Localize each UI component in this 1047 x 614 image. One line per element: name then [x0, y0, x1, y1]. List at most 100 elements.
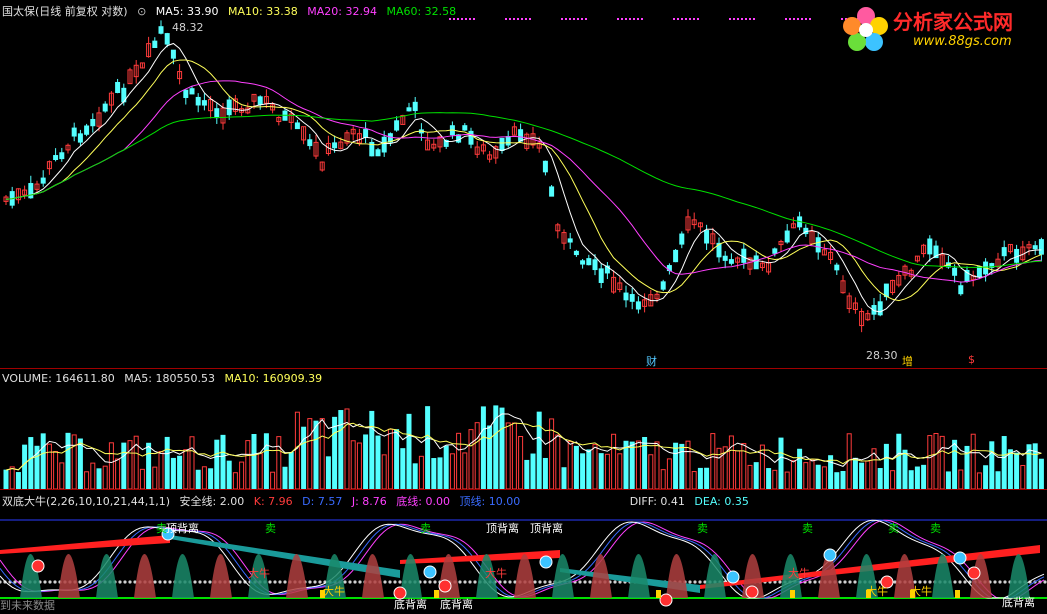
volume-bar [524, 459, 530, 490]
volume-pane[interactable]: VOLUME: 164611.80 MA5: 180550.53 MA10: 1… [0, 368, 1047, 490]
bull-marker [434, 590, 439, 598]
candle-body [883, 283, 889, 298]
volume-bar [691, 471, 697, 490]
candle-body [170, 49, 176, 59]
candle-body [294, 122, 300, 130]
volume-bar [983, 465, 989, 490]
volume-bar [96, 468, 102, 490]
safe-line-dot [693, 580, 697, 584]
volume-bar [809, 459, 815, 490]
volume-bar [40, 433, 46, 490]
safe-line-dot [208, 580, 212, 584]
price-chart-pane[interactable]: 国太保(日线 前复权 对数) ⊙ MA5: 33.90 MA10: 33.38 … [0, 0, 1047, 368]
volume-bar [933, 432, 939, 490]
signal-dot [741, 18, 743, 20]
signal-dot [749, 18, 751, 20]
safe-line-dot [393, 580, 397, 584]
event-zeng-icon[interactable]: 增 [902, 353, 913, 369]
signal-dot [513, 18, 515, 20]
volume-bar [1001, 436, 1007, 490]
candle-body [704, 230, 710, 244]
volume-bar [499, 407, 505, 490]
volume-bar [387, 428, 393, 490]
volume-bar [697, 467, 703, 490]
ma20-line [5, 80, 1042, 283]
momentum-spike [58, 554, 80, 598]
volume-bar [325, 456, 331, 490]
safe-line-dot [48, 580, 52, 584]
volume-bar [282, 466, 288, 490]
volume-bar [480, 406, 486, 490]
indicator-pane[interactable]: 双底大牛(2,26,10,10,21,44,1,1) 安全线: 2.00 K: … [0, 489, 1047, 614]
safe-line-dot [1003, 580, 1007, 584]
indicator-name: 双底大牛(2,26,10,10,21,44,1,1) [2, 495, 171, 508]
volume-bar [815, 464, 821, 490]
signal-dot [617, 18, 619, 20]
candle-body [1038, 239, 1044, 255]
volume-bar [555, 434, 561, 490]
symbol-title[interactable]: 国太保(日线 前复权 对数) [2, 5, 128, 18]
sell-signal: 卖 [420, 522, 431, 535]
low-price-label: 28.30 [866, 349, 898, 362]
safe-line-dot [473, 580, 477, 584]
volume-bar [617, 453, 623, 490]
volume-bar [239, 461, 245, 490]
safe-line-dot [78, 580, 82, 584]
safe-line-value: 安全线: 2.00 [179, 495, 245, 508]
volume-bar [363, 434, 369, 490]
volume-bar [9, 466, 15, 490]
safe-line-dot [168, 580, 172, 584]
volume-chart[interactable] [0, 369, 1047, 490]
volume-bar [195, 469, 201, 490]
signal-dot [573, 18, 575, 20]
safe-line-dot [538, 580, 542, 584]
volume-bar [71, 434, 77, 490]
momentum-spike [514, 554, 536, 598]
safe-line-dot [843, 580, 847, 584]
volume-bar [865, 460, 871, 490]
safe-line-dot [853, 580, 857, 584]
event-cai-icon[interactable]: 财 [646, 353, 657, 369]
volume-bar [821, 466, 827, 490]
volume-bar [270, 471, 276, 490]
signal-dot [789, 18, 791, 20]
volume-bar [567, 440, 573, 490]
volume-bar [183, 449, 189, 490]
safe-line-dot [53, 580, 57, 584]
volume-bar [883, 443, 889, 490]
volume-bar [629, 441, 635, 490]
event-dollar-icon[interactable]: $ [968, 353, 975, 366]
momentum-spike [96, 554, 118, 598]
volume-bar [425, 406, 431, 490]
candle-body [40, 177, 46, 184]
safe-line-dot [233, 580, 237, 584]
safe-line-dot [128, 580, 132, 584]
safe-line-dot [238, 580, 242, 584]
volume-bar [294, 411, 300, 490]
volume-bar [90, 462, 96, 490]
signal-dot [565, 18, 567, 20]
menu-circle-icon[interactable]: ⊙ [137, 5, 146, 18]
signal-dot [805, 18, 807, 20]
volume-value: VOLUME: 164611.80 [2, 372, 115, 385]
safe-line-dot [423, 580, 427, 584]
candle-body [115, 81, 121, 94]
d-value: D: 7.57 [302, 495, 343, 508]
volume-bar [369, 410, 375, 490]
volume-bar [840, 470, 846, 490]
volume-bar [958, 469, 964, 490]
candle-body [741, 248, 747, 263]
volume-bar [660, 469, 666, 490]
ma60-line [5, 112, 1042, 268]
signal-dot [797, 18, 799, 20]
signal-dot [733, 18, 735, 20]
candle-body [77, 133, 83, 143]
flower-logo-icon [843, 7, 888, 51]
signal-ball [539, 555, 553, 569]
price-header: 国太保(日线 前复权 对数) ⊙ MA5: 33.90 MA10: 33.38 … [2, 3, 462, 19]
volume-bar [226, 460, 232, 490]
volume-bar [170, 457, 176, 490]
ma10-line [5, 59, 1042, 302]
safe-line-dot [123, 580, 127, 584]
safe-line-dot [0, 580, 2, 584]
